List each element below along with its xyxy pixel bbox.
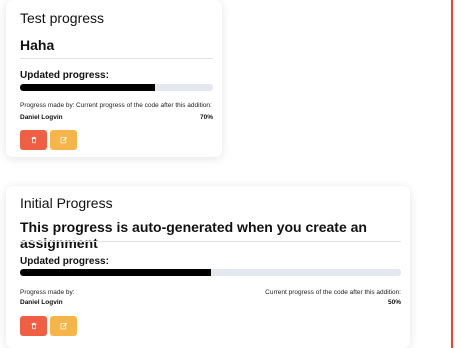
progress-bar: [20, 84, 213, 91]
progress-card: Initial Progress This progress is auto-g…: [6, 186, 410, 348]
edit-icon: [60, 322, 67, 330]
delete-button[interactable]: [20, 130, 47, 150]
card-title: Initial Progress: [20, 195, 113, 211]
edit-button[interactable]: [50, 130, 77, 150]
card-title: Test progress: [20, 10, 105, 26]
accent-divider-line: [451, 0, 453, 348]
progress-percent: 50%: [387, 299, 401, 306]
divider: [20, 58, 213, 59]
author-name: Daniel Logvin: [20, 299, 63, 306]
current-progress-label: Current progress of the code after this …: [265, 289, 401, 296]
progress-label: Updated progress:: [20, 256, 109, 267]
trash-icon: [31, 322, 36, 330]
progress-bar: [20, 269, 401, 276]
current-progress-label: Current progress of the code after this …: [76, 102, 212, 109]
made-by-label: Progress made by:: [20, 289, 75, 296]
progress-bar-fill: [20, 84, 156, 91]
progress-label: Updated progress:: [20, 70, 109, 81]
divider: [20, 241, 401, 242]
card-subtitle: Haha: [20, 37, 55, 53]
made-by-label: Progress made by:: [20, 102, 75, 109]
delete-button[interactable]: [20, 316, 47, 336]
edit-icon: [60, 136, 67, 144]
progress-bar-fill: [20, 269, 211, 276]
author-name: Daniel Logvin: [20, 114, 63, 121]
edit-button[interactable]: [50, 316, 77, 336]
trash-icon: [31, 136, 36, 144]
progress-percent: 70%: [199, 114, 213, 121]
progress-card: Test progress Haha Updated progress: Pro…: [6, 0, 222, 157]
card-subtitle: This progress is auto-generated when you…: [20, 219, 367, 251]
